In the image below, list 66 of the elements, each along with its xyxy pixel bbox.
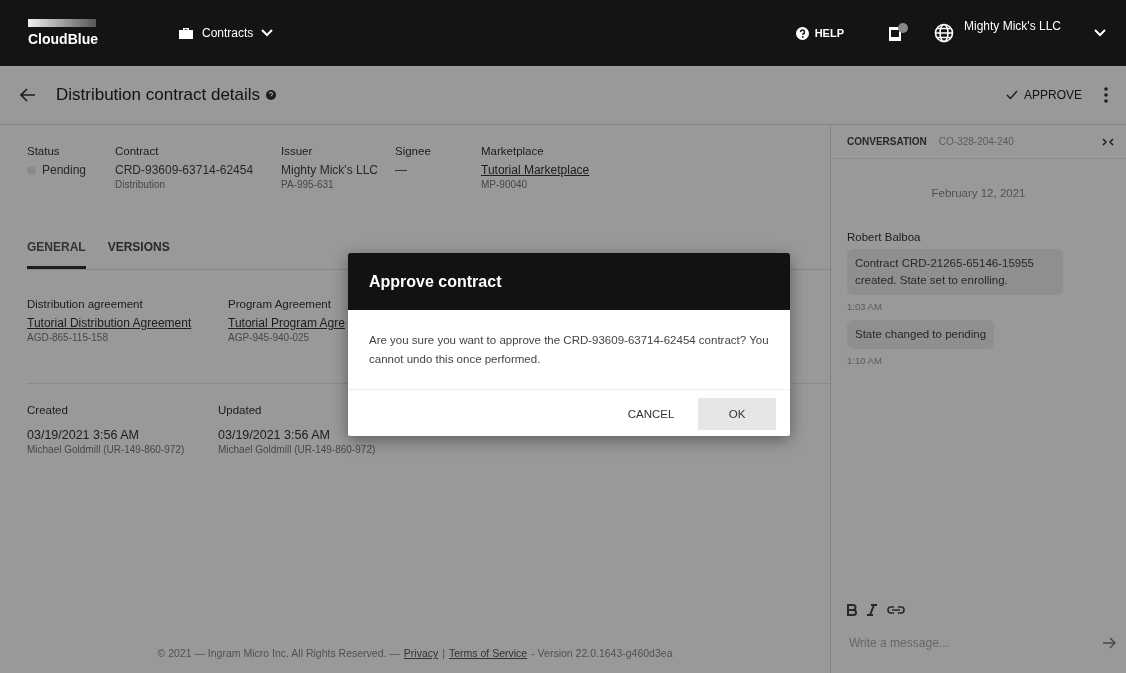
field-value: 03/19/2021 3:56 AM xyxy=(218,428,330,442)
field-label: Updated xyxy=(218,404,262,416)
help-icon xyxy=(795,26,809,40)
account-menu[interactable]: Mighty Mick's LLC xyxy=(934,19,1106,47)
field-label: Signee xyxy=(395,145,431,157)
notifications-icon[interactable] xyxy=(888,23,910,43)
check-icon xyxy=(1005,90,1018,100)
marketplace-link[interactable]: Tutorial Marketplace xyxy=(481,163,590,177)
version-text: - Version 22.0.1643-g460d3ea xyxy=(531,647,673,659)
field-value: — xyxy=(395,163,407,177)
module-menu[interactable]: Contracts xyxy=(178,26,274,40)
logo[interactable]: CloudBlue xyxy=(28,31,178,47)
field-subtext: Michael Goldmill (UR-149-860-972) xyxy=(218,444,376,455)
logo-bar xyxy=(28,19,96,27)
send-arrow-icon[interactable] xyxy=(1102,637,1116,649)
tab[interactable]: GENERAL xyxy=(27,234,86,269)
cancel-button[interactable]: CANCEL xyxy=(612,398,690,430)
approve-button[interactable]: APPROVE xyxy=(999,87,1088,103)
message-bubble: State changed to pending xyxy=(847,320,995,349)
dialog-title: Approve contract xyxy=(369,272,502,291)
conversation-id: CO-328-204-240 xyxy=(938,136,1015,147)
message-bubble: Contract CRD-21265-65146-15955 created. State set to enrolling. xyxy=(847,249,1063,295)
privacy-link[interactable]: Privacy xyxy=(403,647,439,659)
agreement-link[interactable]: Tutorial Program Agre xyxy=(228,316,345,330)
message-time: 1:03 AM xyxy=(847,301,883,312)
conversation-title: CONVERSATION xyxy=(847,136,927,147)
bold-icon[interactable] xyxy=(847,604,857,616)
field-subtext: Michael Goldmill (UR-149-860-972) xyxy=(27,444,185,455)
copyright-text: © 2021 — Ingram Micro Inc. All Rights Reserved. — xyxy=(157,647,400,659)
date-divider: February 12, 2021 xyxy=(930,187,1027,199)
field-value: CRD-93609-63714-62454 xyxy=(115,163,254,177)
page-title: Distribution contract details xyxy=(56,85,261,105)
field-subtext: MP-90040 xyxy=(481,179,528,190)
field-subtext: Distribution xyxy=(115,179,166,190)
briefcase-icon xyxy=(178,26,194,40)
field-label: Contract xyxy=(115,145,159,157)
more-icon[interactable] xyxy=(1104,87,1108,103)
link-icon[interactable] xyxy=(887,605,905,615)
field-value: Mighty Mick's LLC xyxy=(281,163,378,177)
field-label: Marketplace xyxy=(481,145,544,157)
collapse-icon[interactable] xyxy=(1102,137,1114,146)
field-subtext: AGP-945-940-025 xyxy=(228,332,310,343)
back-arrow-icon[interactable] xyxy=(20,88,36,102)
field-label: Distribution agreement xyxy=(27,298,143,310)
field-value: 03/19/2021 3:56 AM xyxy=(27,428,139,442)
message-time: 1:10 AM xyxy=(847,355,883,366)
tab[interactable]: VERSIONS xyxy=(107,234,170,269)
field-label: Created xyxy=(27,404,68,416)
chevron-down-icon xyxy=(1094,29,1106,37)
chevron-down-icon xyxy=(261,29,274,37)
separator-text: | xyxy=(442,647,445,659)
dialog-message: Are you sure you want to approve the CRD-93609-63714-62454 contract? You cannot undo this once performed. xyxy=(369,334,769,365)
field-label: Status xyxy=(27,145,60,157)
status-value: Pending xyxy=(42,163,87,177)
field-label: Program Agreement xyxy=(228,298,331,310)
help-icon[interactable] xyxy=(266,90,277,100)
help-button[interactable]: HELP xyxy=(795,26,844,40)
globe-icon xyxy=(934,23,954,43)
message-author: Robert Balboa xyxy=(847,231,922,243)
ok-button[interactable]: OK xyxy=(698,398,776,430)
field-label: Issuer xyxy=(281,145,313,157)
terms-link[interactable]: Terms of Service xyxy=(449,647,528,659)
field-subtext: AGD-865-115-158 xyxy=(27,332,108,343)
field-subtext: PA-995-631 xyxy=(281,179,334,190)
italic-icon[interactable] xyxy=(867,604,877,616)
agreement-link[interactable]: Tutorial Distribution Agreement xyxy=(27,316,192,330)
